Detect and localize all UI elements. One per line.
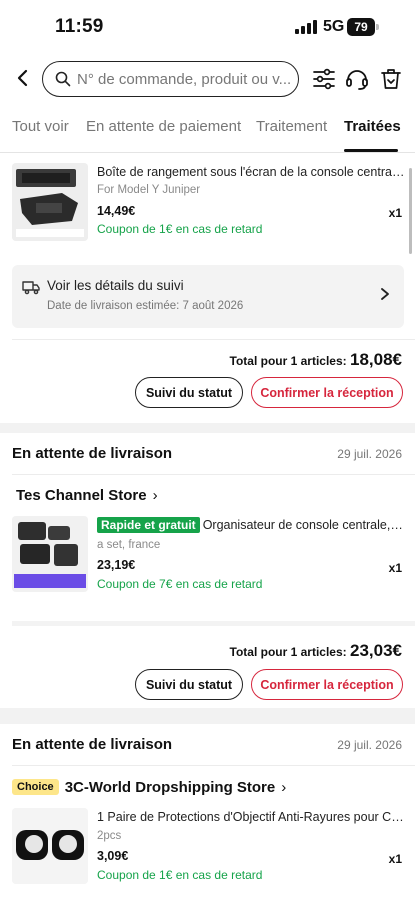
product-title[interactable]: 1 Paire de Protections d'Objectif Anti-R… <box>97 810 405 824</box>
product-price: 3,09€ <box>97 849 129 863</box>
tab-processed[interactable]: Traitées <box>344 118 401 135</box>
store-name-link[interactable]: Tes Channel Store › <box>16 487 158 504</box>
search-icon <box>55 71 71 87</box>
filter-icon[interactable] <box>311 66 337 92</box>
divider <box>12 474 415 475</box>
track-status-button[interactable]: Suivi du statut <box>135 669 243 700</box>
divider <box>12 765 415 766</box>
order-total: Total pour 1 articles: 18,08€ <box>230 350 402 370</box>
truck-icon <box>22 281 40 295</box>
total-label: Total pour 1 articles: <box>229 645 347 659</box>
header <box>0 54 415 104</box>
battery-level: 79 <box>347 18 375 36</box>
chevron-right-icon: › <box>281 779 287 796</box>
tracking-title: Voir les détails du suivi <box>47 278 184 293</box>
chevron-right-icon <box>381 288 389 300</box>
product-variant: 2pcs <box>97 830 122 842</box>
chevron-right-icon: › <box>152 487 158 504</box>
product-image[interactable] <box>12 808 88 884</box>
total-amount: 23,03€ <box>350 641 402 660</box>
product-title: Organisateur de console centrale, boîte.… <box>202 518 405 532</box>
product-image[interactable] <box>12 516 88 592</box>
battery-icon: 79 <box>347 18 379 36</box>
delay-coupon: Coupon de 1€ en cas de retard <box>97 222 263 236</box>
signal-icon <box>295 20 317 34</box>
order-status: En attente de livraison <box>12 736 173 753</box>
status-time: 11:59 <box>55 16 104 37</box>
total-amount: 18,08€ <box>350 350 402 369</box>
track-status-button[interactable]: Suivi du statut <box>135 377 243 408</box>
order-date: 29 juil. 2026 <box>337 738 402 752</box>
product-qty: x1 <box>388 561 402 575</box>
status-bar: 11:59 5G 79 <box>0 0 415 54</box>
estimated-delivery: Date de livraison estimée: 7 août 2026 <box>47 300 244 312</box>
order-card: En attente de livraison 29 juil. 2026 Te… <box>0 433 415 708</box>
store-name: Tes Channel Store <box>16 487 147 504</box>
confirm-receipt-button[interactable]: Confirmer la réception <box>251 669 403 700</box>
order-card: En attente de livraison 29 juil. 2026 Ch… <box>0 724 415 900</box>
divider <box>12 339 415 340</box>
tab-awaiting-payment[interactable]: En attente de paiement <box>86 118 241 135</box>
divider <box>12 621 415 626</box>
order-tabs: Tout voir En attente de paiement Traitem… <box>0 104 415 152</box>
search-bar[interactable] <box>42 61 299 97</box>
product-qty: x1 <box>388 206 402 220</box>
tab-all[interactable]: Tout voir <box>12 118 69 135</box>
tracking-details-link[interactable]: Voir les détails du suivi Date de livrai… <box>12 265 404 328</box>
product-price: 23,19€ <box>97 558 136 572</box>
order-date: 29 juil. 2026 <box>337 447 402 461</box>
order-status: En attente de livraison <box>12 445 173 462</box>
product-title-row[interactable]: Rapide et gratuit Organisateur de console… <box>97 517 405 533</box>
choice-badge: Choice <box>12 779 59 795</box>
product-variant: a set, france <box>97 539 161 551</box>
delay-coupon: Coupon de 1€ en cas de retard <box>97 868 263 882</box>
product-price: 14,49€ <box>97 204 136 218</box>
network-type: 5G <box>323 18 345 35</box>
confirm-receipt-button[interactable]: Confirmer la réception <box>251 377 403 408</box>
product-variant: For Model Y Juniper <box>97 184 201 196</box>
product-title[interactable]: Boîte de rangement sous l'écran de la co… <box>97 165 405 179</box>
support-headset-icon[interactable] <box>344 66 370 92</box>
scrollbar[interactable] <box>409 168 412 254</box>
order-total: Total pour 1 articles: 23,03€ <box>230 641 402 661</box>
delay-coupon: Coupon de 7€ en cas de retard <box>97 577 263 591</box>
product-image[interactable] <box>12 163 88 241</box>
trash-icon[interactable] <box>378 66 404 92</box>
product-qty: x1 <box>388 852 402 866</box>
store-name: 3C-World Dropshipping Store <box>64 779 276 796</box>
total-label: Total pour 1 articles: <box>229 354 347 368</box>
tab-processing[interactable]: Traitement <box>256 118 327 135</box>
store-name-link[interactable]: Choice 3C-World Dropshipping Store › <box>12 779 286 796</box>
back-arrow-icon[interactable] <box>12 66 34 90</box>
search-input[interactable] <box>77 68 291 90</box>
fast-free-badge: Rapide et gratuit <box>97 517 200 533</box>
